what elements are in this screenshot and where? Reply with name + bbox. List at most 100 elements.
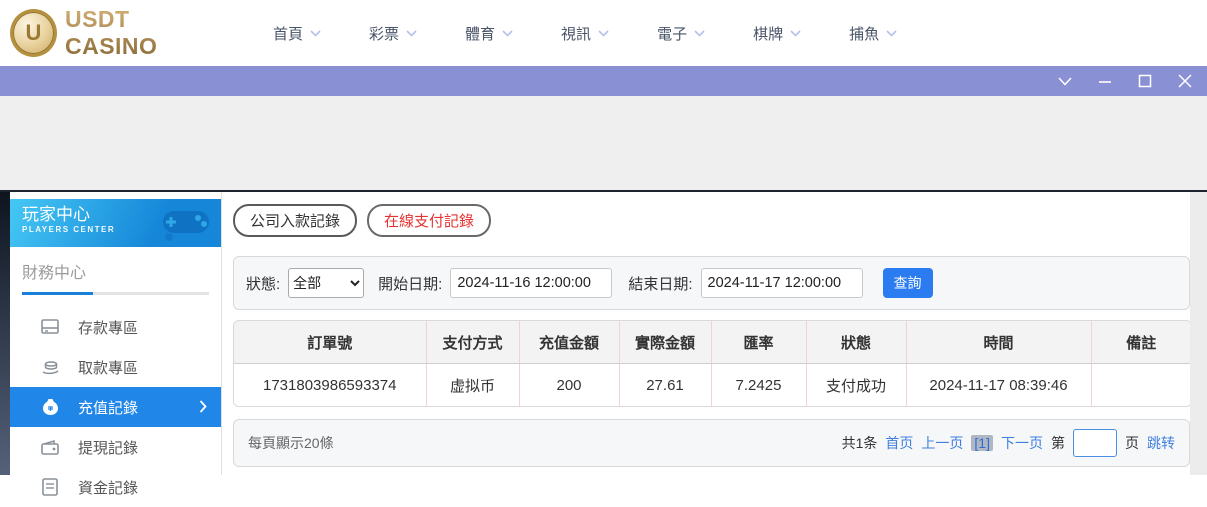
col-order-number: 訂單號: [234, 321, 426, 364]
maximize-icon: [1138, 74, 1152, 88]
total-count-text: 共1条: [842, 433, 878, 453]
chevron-down-icon: [790, 30, 801, 37]
main-panel: 公司入款記錄 在線支付記錄 狀態: 全部 開始日期: 結束日期: 查詢: [222, 192, 1190, 475]
money-bag-icon: [40, 398, 60, 416]
sidebar-menu: 存款專區 取款專區 充值記錄 提現記錄: [10, 307, 221, 507]
col-time: 時間: [906, 321, 1091, 364]
nav-item-fishing[interactable]: 捕魚: [849, 23, 897, 44]
cell-actual-amount: 27.61: [619, 364, 711, 407]
sidebar-item-label: 資金記錄: [78, 477, 138, 498]
nav-item-live[interactable]: 視訊: [561, 23, 609, 44]
sidebar: 玩家中心 PLAYERS CENTER 財務中心 存款專區: [10, 192, 222, 475]
sidebar-item-label: 提現記錄: [78, 437, 138, 458]
nav-item-cards[interactable]: 棋牌: [753, 23, 801, 44]
top-nav-bar: U USDT CASINO 首頁 彩票 體育 視訊 電子 棋牌 捕魚: [0, 0, 1207, 67]
nav-item-sports[interactable]: 體育: [465, 23, 513, 44]
tab-online-payment-record[interactable]: 在線支付記錄: [367, 204, 491, 237]
table-row: 1731803986593374 虚拟币 200 27.61 7.2425 支付…: [234, 364, 1191, 407]
col-remark: 備註: [1091, 321, 1191, 364]
window-title-bar: [0, 66, 1207, 96]
deposit-window-icon: [40, 319, 60, 335]
pager: 共1条 首页 上一页 [1] 下一页 第 页 跳转: [842, 429, 1175, 457]
sidebar-item-label: 存款專區: [78, 317, 138, 338]
current-page-badge: [1]: [971, 435, 993, 451]
players-center-window: 玩家中心 PLAYERS CENTER 財務中心 存款專區: [0, 190, 1207, 475]
chevron-down-icon: [310, 30, 321, 37]
cell-status: 支付成功: [806, 364, 906, 407]
first-page-link[interactable]: 首页: [885, 433, 913, 453]
minimize-icon: [1098, 74, 1112, 88]
tab-company-deposit-record[interactable]: 公司入款記錄: [233, 204, 357, 237]
jump-action-link[interactable]: 跳转: [1147, 433, 1175, 453]
record-tabs: 公司入款記錄 在線支付記錄: [233, 204, 1190, 237]
close-button[interactable]: [1177, 73, 1193, 89]
collapse-button[interactable]: [1057, 73, 1073, 89]
sidebar-section: 財務中心: [22, 259, 209, 295]
close-icon: [1178, 74, 1192, 88]
jump-suffix: 页: [1125, 433, 1139, 453]
cell-recharge-amount: 200: [519, 364, 619, 407]
col-actual-amount: 實際金額: [619, 321, 711, 364]
sidebar-item-recharge-record[interactable]: 充值記錄: [10, 387, 221, 427]
sidebar-item-withdraw[interactable]: 取款專區: [10, 347, 221, 387]
status-select[interactable]: 全部: [288, 268, 364, 298]
cell-time: 2024-11-17 08:39:46: [906, 364, 1091, 407]
col-recharge-amount: 充值金額: [519, 321, 619, 364]
end-date-label: 結束日期:: [628, 273, 692, 294]
end-date-input[interactable]: [701, 268, 863, 298]
records-table: 訂單號 支付方式 充值金額 實際金額 匯率 狀態 時間 備註 173180398…: [234, 321, 1191, 406]
cell-payment-method: 虚拟币: [426, 364, 519, 407]
chevron-down-icon: [694, 30, 705, 37]
logo-monogram: U: [26, 20, 42, 46]
table-header-row: 訂單號 支付方式 充值金額 實際金額 匯率 狀態 時間 備註: [234, 321, 1191, 364]
start-date-input[interactable]: [450, 268, 612, 298]
nav-item-slots[interactable]: 電子: [657, 23, 705, 44]
next-page-link[interactable]: 下一页: [1001, 433, 1043, 453]
chevron-down-icon: [406, 30, 417, 37]
main-nav: 首頁 彩票 體育 視訊 電子 棋牌 捕魚: [273, 23, 897, 44]
chevron-down-icon: [1058, 77, 1072, 86]
sidebar-item-deposit[interactable]: 存款專區: [10, 307, 221, 347]
chevron-down-icon: [598, 30, 609, 37]
window-left-edge: [0, 192, 10, 475]
sidebar-header: 玩家中心 PLAYERS CENTER: [10, 199, 221, 247]
brand-logo[interactable]: U USDT CASINO: [10, 6, 225, 60]
page-size-text: 每頁顯示20條: [248, 433, 334, 453]
sidebar-item-funds-record[interactable]: 資金記錄: [10, 467, 221, 507]
cell-exchange-rate: 7.2425: [711, 364, 806, 407]
sidebar-item-withdrawal-record[interactable]: 提現記錄: [10, 427, 221, 467]
record-icon: [40, 478, 60, 496]
prev-page-link[interactable]: 上一页: [921, 433, 963, 453]
section-divider: [22, 292, 209, 295]
sidebar-item-label: 充值記錄: [78, 397, 138, 418]
minimize-button[interactable]: [1097, 73, 1113, 89]
col-payment-method: 支付方式: [426, 321, 519, 364]
pagination-bar: 每頁顯示20條 共1条 首页 上一页 [1] 下一页 第 页 跳转: [233, 419, 1190, 467]
page-banner-area: [0, 96, 1207, 190]
jump-prefix: 第: [1051, 433, 1065, 453]
wallet-icon: [40, 440, 60, 455]
maximize-button[interactable]: [1137, 73, 1153, 89]
chevron-down-icon: [886, 30, 897, 37]
cell-remark: [1091, 364, 1191, 407]
jump-page-input[interactable]: [1073, 429, 1117, 457]
col-exchange-rate: 匯率: [711, 321, 806, 364]
chevron-down-icon: [502, 30, 513, 37]
right-margin: [1190, 192, 1207, 475]
status-label: 狀態:: [246, 273, 280, 294]
gamepad-icon: [157, 203, 215, 243]
chevron-right-icon: [199, 400, 207, 413]
nav-item-home[interactable]: 首頁: [273, 23, 321, 44]
start-date-label: 開始日期:: [378, 273, 442, 294]
col-status: 狀態: [806, 321, 906, 364]
sidebar-section-title: 財務中心: [22, 259, 209, 283]
records-table-container: 訂單號 支付方式 充值金額 實際金額 匯率 狀態 時間 備註 173180398…: [233, 320, 1192, 407]
brand-name: USDT CASINO: [65, 6, 225, 60]
withdraw-hand-icon: [40, 359, 60, 375]
usdt-coin-icon: U: [10, 9, 57, 57]
search-button[interactable]: 查詢: [883, 268, 933, 298]
cell-order-number: 1731803986593374: [234, 364, 426, 407]
sidebar-item-label: 取款專區: [78, 357, 138, 378]
nav-item-lottery[interactable]: 彩票: [369, 23, 417, 44]
filter-bar: 狀態: 全部 開始日期: 結束日期: 查詢: [233, 256, 1190, 310]
